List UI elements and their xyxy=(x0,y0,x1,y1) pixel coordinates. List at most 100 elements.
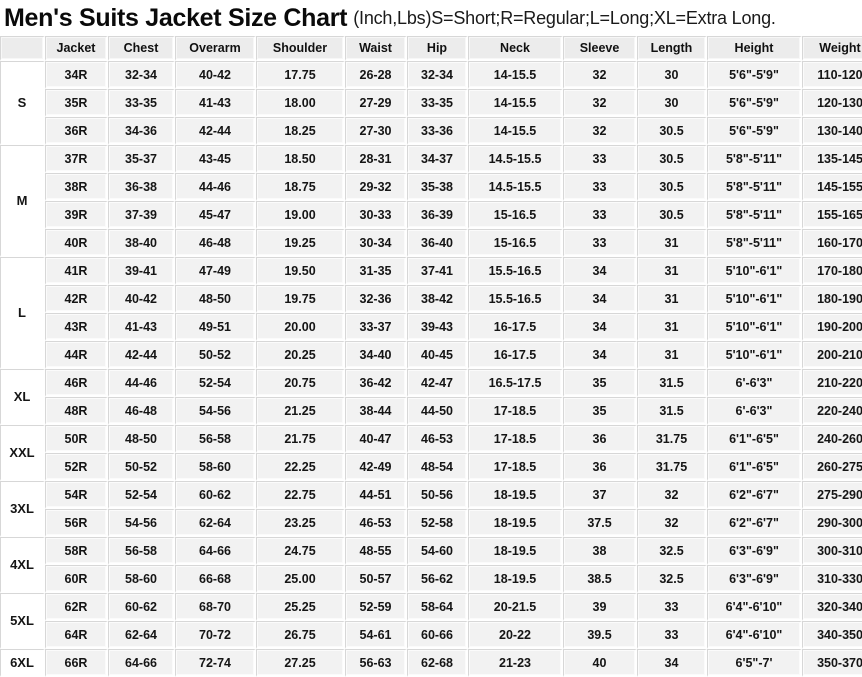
table-row: 64R 62-64 70-72 26.75 54-61 60-66 20-22 39.5 33 6… xyxy=(0,621,862,649)
table-row: 60R 58-60 66-68 25.00 50-57 56-62 18-19.5 38.5 3… xyxy=(0,565,862,593)
cell-neck: 18-19.5 xyxy=(468,481,563,509)
cell-weight: 340-350 xyxy=(802,621,862,649)
cell-sleeve: 38 xyxy=(563,537,637,565)
cell-height: 5'8"-5'11" xyxy=(707,173,802,201)
table-row: 5XL 62R 60-62 68-70 25.25 52-59 58-64 20-21.5 39… xyxy=(0,593,862,649)
table-row: 52R 50-52 58-60 22.25 42-49 48-54 17-18.5 36 31.… xyxy=(0,453,862,481)
cell-sleeve: 38.5 xyxy=(563,565,637,593)
cell-weight: 320-340 xyxy=(802,593,862,621)
cell-hip: 36-39 xyxy=(407,201,468,229)
cell-overarm: 56-58 xyxy=(175,425,256,453)
table-row: XL 46R 44-46 52-54 20.75 36-42 42-47 16.5-17.5 3… xyxy=(0,369,862,425)
cell-neck: 20-22 xyxy=(468,621,563,649)
cell-sleeve: 32 xyxy=(563,89,637,117)
table-row: 42R 40-42 48-50 19.75 32-36 38-42 15.5-16.5 34 3… xyxy=(0,285,862,313)
cell-jacket: 40R xyxy=(45,229,108,257)
column-header-weight: Weight xyxy=(802,36,862,61)
cell-length: 30.5 xyxy=(637,145,707,173)
cell-length: 33 xyxy=(637,621,707,649)
cell-weight: 350-370 xyxy=(802,649,862,677)
cell-height: 6'5"-7' xyxy=(707,649,802,677)
column-header-hip: Hip xyxy=(407,36,468,61)
cell-waist: 36-42 xyxy=(345,369,407,397)
cell-length: 33 xyxy=(637,593,707,621)
cell-weight: 275-290 xyxy=(802,481,862,509)
column-header-shoulder: Shoulder xyxy=(256,36,345,61)
cell-hip: 60-66 xyxy=(407,621,468,649)
cell-overarm: 40-42 xyxy=(175,61,256,89)
cell-jacket: 38R xyxy=(45,173,108,201)
cell-jacket: 44R xyxy=(45,341,108,369)
cell-jacket: 58R xyxy=(45,537,108,565)
cell-hip: 35-38 xyxy=(407,173,468,201)
cell-chest: 32-34 xyxy=(108,61,175,89)
table-row: 44R 42-44 50-52 20.25 34-40 40-45 16-17.5 34 31 5… xyxy=(0,341,862,369)
cell-weight: 210-220 xyxy=(802,369,862,397)
cell-jacket: 36R xyxy=(45,117,108,145)
cell-length: 32 xyxy=(637,481,707,509)
cell-length: 32 xyxy=(637,509,707,537)
cell-neck: 14.5-15.5 xyxy=(468,145,563,173)
cell-shoulder: 18.25 xyxy=(256,117,345,145)
cell-height: 6'2"-6'7" xyxy=(707,481,802,509)
cell-chest: 39-41 xyxy=(108,257,175,285)
cell-hip: 34-37 xyxy=(407,145,468,173)
cell-shoulder: 22.75 xyxy=(256,481,345,509)
table-row: XXL 50R 48-50 56-58 21.75 40-47 46-53 17-18.5 36… xyxy=(0,425,862,481)
cell-overarm: 62-64 xyxy=(175,509,256,537)
cell-weight: 310-330 xyxy=(802,565,862,593)
table-row: 43R 41-43 49-51 20.00 33-37 39-43 16-17.5 34 31 5… xyxy=(0,313,862,341)
cell-sleeve: 34 xyxy=(563,313,637,341)
cell-waist: 34-40 xyxy=(345,341,407,369)
cell-hip: 48-54 xyxy=(407,453,468,481)
cell-waist: 38-44 xyxy=(345,397,407,425)
column-header-height: Height xyxy=(707,36,802,61)
table-row: 38R 36-38 44-46 18.75 29-32 35-38 14.5-15.5 33 3… xyxy=(0,173,862,201)
size-group-label: XL xyxy=(0,369,45,425)
cell-overarm: 47-49 xyxy=(175,257,256,285)
cell-hip: 42-47 xyxy=(407,369,468,397)
cell-height: 5'6"-5'9" xyxy=(707,89,802,117)
cell-hip: 37-41 xyxy=(407,257,468,285)
cell-neck: 15.5-16.5 xyxy=(468,285,563,313)
cell-jacket: 62R xyxy=(45,593,108,621)
cell-weight: 240-260 xyxy=(802,425,862,453)
table-row: 4XL 58R 56-58 64-66 24.75 48-55 54-60 18-19.5 38… xyxy=(0,537,862,593)
cell-hip: 58-64 xyxy=(407,593,468,621)
cell-height: 5'8"-5'11" xyxy=(707,201,802,229)
cell-height: 6'3"-6'9" xyxy=(707,537,802,565)
column-header-waist: Waist xyxy=(345,36,407,61)
cell-neck: 17-18.5 xyxy=(468,453,563,481)
cell-neck: 15.5-16.5 xyxy=(468,257,563,285)
cell-overarm: 44-46 xyxy=(175,173,256,201)
cell-shoulder: 21.25 xyxy=(256,397,345,425)
table-row: 3XL 54R 52-54 60-62 22.75 44-51 50-56 18-19.5 37… xyxy=(0,481,862,537)
cell-length: 30.5 xyxy=(637,201,707,229)
cell-chest: 52-54 xyxy=(108,481,175,509)
cell-chest: 48-50 xyxy=(108,425,175,453)
cell-overarm: 46-48 xyxy=(175,229,256,257)
cell-sleeve: 33 xyxy=(563,145,637,173)
cell-neck: 21-23 xyxy=(468,649,563,677)
cell-neck: 17-18.5 xyxy=(468,425,563,453)
cell-jacket: 42R xyxy=(45,285,108,313)
cell-neck: 15-16.5 xyxy=(468,229,563,257)
cell-jacket: 46R xyxy=(45,369,108,397)
cell-chest: 50-52 xyxy=(108,453,175,481)
table-row: M 37R 35-37 43-45 18.50 28-31 34-37 14.5-15.5 33… xyxy=(0,145,862,257)
cell-shoulder: 22.25 xyxy=(256,453,345,481)
cell-shoulder: 18.50 xyxy=(256,145,345,173)
cell-overarm: 60-62 xyxy=(175,481,256,509)
cell-overarm: 72-74 xyxy=(175,649,256,677)
cell-shoulder: 21.75 xyxy=(256,425,345,453)
cell-waist: 56-63 xyxy=(345,649,407,677)
cell-length: 34 xyxy=(637,649,707,677)
cell-height: 5'10"-6'1" xyxy=(707,257,802,285)
column-header-chest: Chest xyxy=(108,36,175,61)
cell-weight: 290-300 xyxy=(802,509,862,537)
cell-waist: 44-51 xyxy=(345,481,407,509)
cell-hip: 32-34 xyxy=(407,61,468,89)
cell-neck: 18-19.5 xyxy=(468,509,563,537)
cell-weight: 190-200 xyxy=(802,313,862,341)
cell-hip: 40-45 xyxy=(407,341,468,369)
